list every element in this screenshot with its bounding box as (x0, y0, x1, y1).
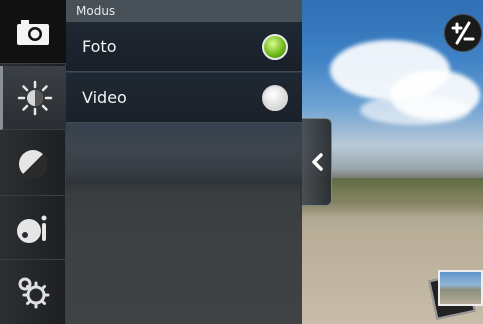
option-label: Video (82, 88, 127, 107)
panel-header: Modus (66, 0, 302, 22)
exposure-button[interactable] (444, 14, 482, 52)
gallery-thumbnail-icon (438, 270, 483, 306)
collapse-panel-handle[interactable] (302, 118, 332, 206)
gallery-thumbnail-button[interactable] (428, 266, 483, 320)
color-effect-icon (19, 149, 48, 178)
option-label: Foto (82, 37, 117, 56)
radio-unselected-icon[interactable] (262, 84, 288, 111)
scene-mode-button[interactable] (0, 196, 66, 260)
scene-mode-icon (17, 215, 47, 243)
chevron-left-icon (311, 153, 323, 171)
panel-title: Modus (76, 4, 116, 18)
camera-mode-button[interactable] (0, 0, 66, 64)
option-foto[interactable]: Foto (66, 22, 302, 72)
exposure-plus-minus-icon (451, 21, 475, 45)
white-balance-icon (17, 80, 52, 115)
white-balance-button[interactable] (0, 66, 66, 130)
camera-mode-bar (0, 0, 66, 324)
mode-settings-panel: Modus Foto Video (66, 0, 302, 324)
settings-gear-icon (18, 277, 50, 309)
option-video[interactable]: Video (66, 73, 302, 123)
radio-selected-icon[interactable] (262, 33, 288, 60)
cloud (360, 95, 470, 125)
settings-button[interactable] (0, 260, 66, 324)
camera-icon (17, 19, 49, 45)
color-effect-button[interactable] (0, 132, 66, 196)
